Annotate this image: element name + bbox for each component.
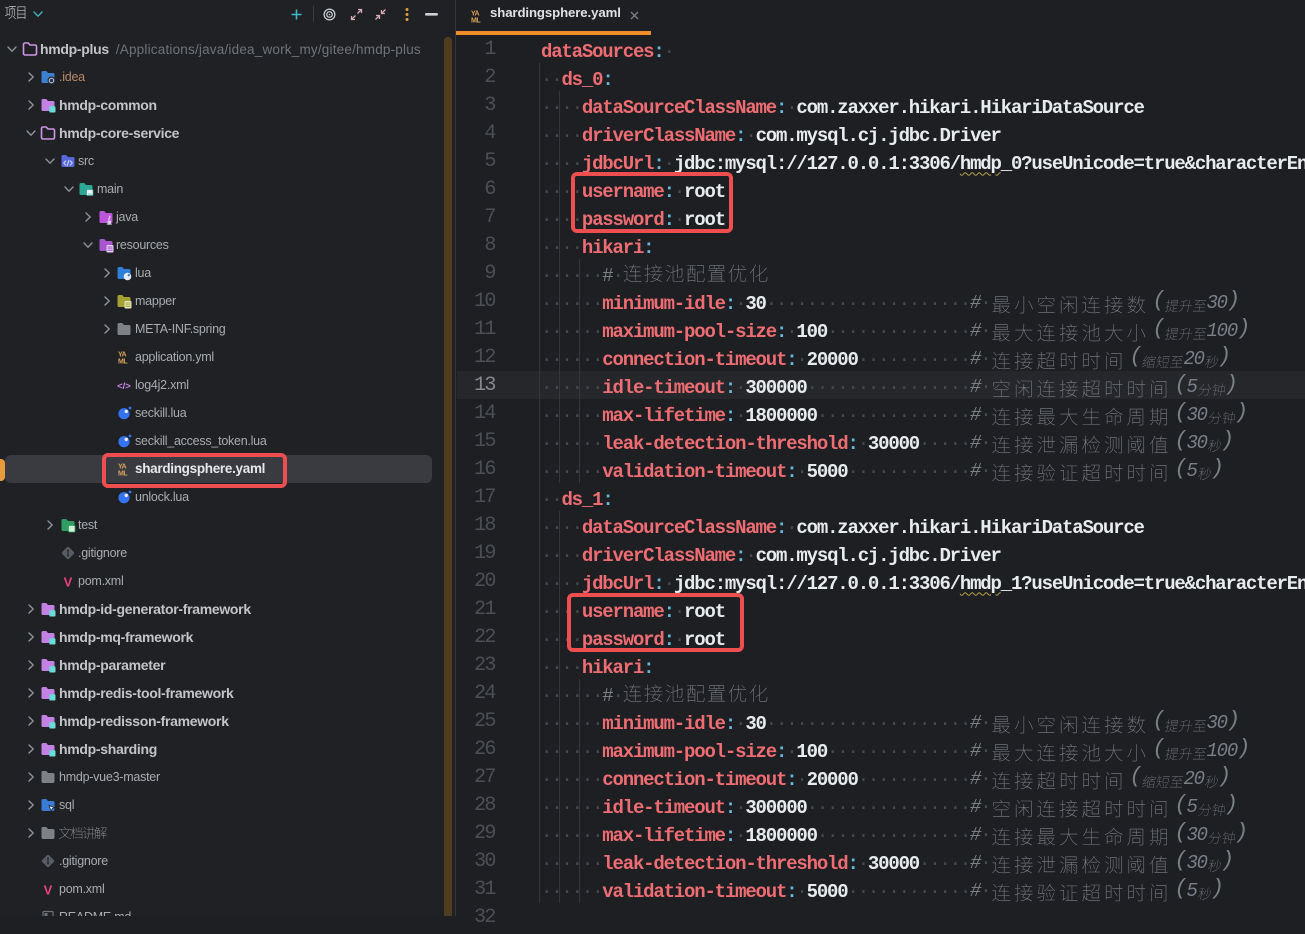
svg-text:YA: YA (118, 352, 127, 359)
svg-text:</>: </> (117, 381, 131, 392)
svg-text:ML: ML (118, 359, 128, 366)
svg-text:YA: YA (471, 11, 480, 18)
svg-text:ML: ML (471, 18, 481, 25)
svg-text:V: V (44, 883, 53, 898)
svg-text:V: V (64, 575, 73, 590)
